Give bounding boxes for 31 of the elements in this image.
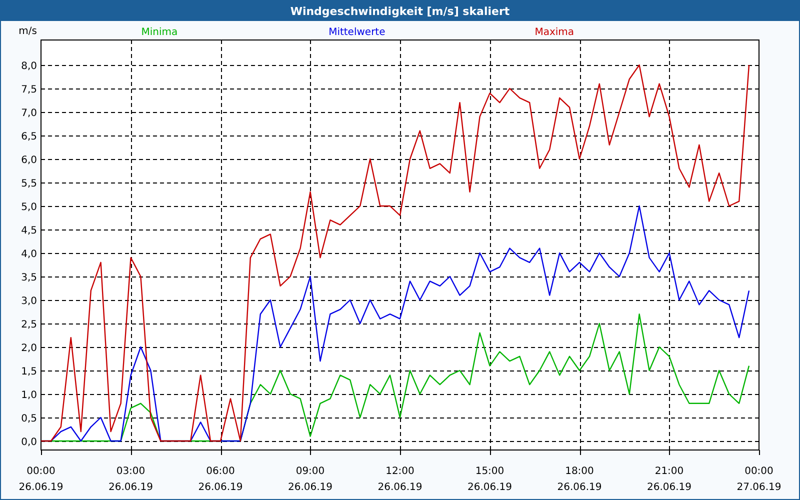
window-title: Windgeschwindigkeit [m/s] skaliert xyxy=(1,1,799,21)
axis-label: 4,0 xyxy=(21,249,37,260)
axis-label: 5,0 xyxy=(21,202,37,213)
axis-label: 0,5 xyxy=(21,414,37,424)
legend-label: Minima xyxy=(141,27,178,38)
axis-label: 12:00 26.06.19 xyxy=(378,466,422,493)
axis-label: 7,5 xyxy=(21,84,37,96)
axis-label: 00:00 26.06.19 xyxy=(18,466,64,493)
axis-label: 21:00 26.06.19 xyxy=(646,466,692,493)
axis-label: 15:00 26.06.19 xyxy=(467,466,512,493)
axis-label: 4,5 xyxy=(21,226,37,236)
axis-label: 18:00 26.06.19 xyxy=(557,466,602,493)
legend-label: Mittelwerte xyxy=(328,27,386,38)
axis-label: 0,0 xyxy=(21,437,37,448)
axis-label: 09:00 26.06.19 xyxy=(288,466,333,493)
legend-label: Maxima xyxy=(534,27,574,38)
axis-label: 3,0 xyxy=(21,296,37,307)
axis-label: 1,0 xyxy=(21,390,37,401)
axis-unit-label: m/s xyxy=(18,26,37,37)
axis-label: 06:00 26.06.19 xyxy=(198,466,243,493)
axis-label: 03:00 26.06.19 xyxy=(108,466,154,493)
axis-label: 8,0 xyxy=(21,61,37,72)
axis-label: 3,5 xyxy=(21,272,37,284)
axis-label: 00:00 27.06.19 xyxy=(736,466,782,493)
axis-label: 1,5 xyxy=(21,366,37,378)
axis-label: 6,5 xyxy=(21,132,37,142)
axis-label: 2,0 xyxy=(21,343,37,354)
axis-label: 2,5 xyxy=(21,320,37,330)
axis-label: 5,5 xyxy=(21,178,37,190)
axis-label: 6,0 xyxy=(21,155,37,166)
axis-label: 7,0 xyxy=(21,108,37,119)
